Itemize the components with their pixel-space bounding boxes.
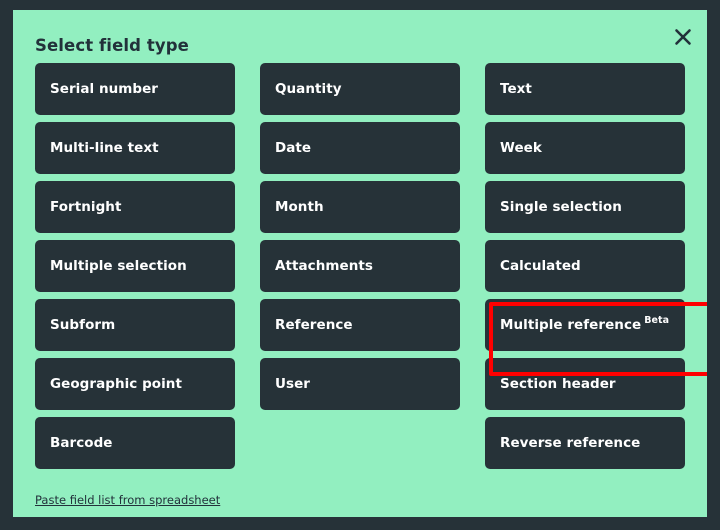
field-type-label: Text — [500, 81, 532, 97]
status-badge: Beta — [644, 315, 670, 327]
field-type-button-section-header[interactable]: Section header — [485, 358, 685, 410]
field-type-label: User — [275, 376, 311, 392]
field-type-label: Reverse reference — [500, 435, 641, 451]
close-icon-glyph — [675, 29, 691, 45]
field-type-button-date[interactable]: Date — [260, 122, 460, 174]
field-type-button-month[interactable]: Month — [260, 181, 460, 233]
field-type-button-multiple-selection[interactable]: Multiple selection — [35, 240, 235, 292]
field-type-button-multi-line-text[interactable]: Multi-line text — [35, 122, 235, 174]
field-type-column: Quantity Date Month Attachments Reference Use… — [260, 63, 460, 469]
field-type-label: Single selection — [500, 199, 622, 215]
field-type-label: Section header — [500, 376, 616, 392]
field-type-button-serial-number[interactable]: Serial number — [35, 63, 235, 115]
field-type-label: Multiple selection — [50, 258, 187, 274]
close-icon[interactable] — [669, 23, 697, 51]
field-type-button-geographic-point[interactable]: Geographic point — [35, 358, 235, 410]
field-type-button-week[interactable]: Week — [485, 122, 685, 174]
field-type-label: Date — [275, 140, 312, 156]
field-type-button-attachments[interactable]: Attachments — [260, 240, 460, 292]
field-type-grid: Serial number Multi-line text Fortnight Mul… — [35, 63, 685, 469]
field-type-label: Subform — [50, 317, 116, 333]
field-type-label: Calculated — [500, 258, 581, 274]
field-type-button-reference[interactable]: Reference — [260, 299, 460, 351]
field-type-label: Geographic point — [50, 376, 182, 392]
field-type-label: Month — [275, 199, 324, 215]
paste-field-list-link[interactable]: Paste field list from spreadsheet — [35, 493, 220, 507]
field-type-label: Serial number — [50, 81, 159, 97]
field-type-label: Multi-line text — [50, 140, 159, 156]
field-type-button-barcode[interactable]: Barcode — [35, 417, 235, 469]
field-type-button-text[interactable]: Text — [485, 63, 685, 115]
field-type-label: Week — [500, 140, 542, 156]
field-type-label: Multiple reference — [500, 317, 642, 333]
field-type-column: Text Week Single selection Calculated Multip… — [485, 63, 685, 469]
field-type-button-multiple-reference[interactable]: Multiple reference Beta — [485, 299, 685, 351]
page-title: Select field type — [35, 36, 189, 55]
field-type-label: Attachments — [275, 258, 373, 274]
field-type-button-fortnight[interactable]: Fortnight — [35, 181, 235, 233]
field-type-button-subform[interactable]: Subform — [35, 299, 235, 351]
field-type-button-reverse-reference[interactable]: Reverse reference — [485, 417, 685, 469]
field-type-button-user[interactable]: User — [260, 358, 460, 410]
field-type-label: Fortnight — [50, 199, 122, 215]
field-type-column: Serial number Multi-line text Fortnight Mul… — [35, 63, 235, 469]
field-type-label: Quantity — [275, 81, 342, 97]
field-type-button-single-selection[interactable]: Single selection — [485, 181, 685, 233]
select-field-type-dialog: Select field type Serial number Multi-lin… — [13, 10, 707, 517]
field-type-label: Reference — [275, 317, 353, 333]
field-type-button-quantity[interactable]: Quantity — [260, 63, 460, 115]
field-type-label: Barcode — [50, 435, 113, 451]
field-type-button-calculated[interactable]: Calculated — [485, 240, 685, 292]
